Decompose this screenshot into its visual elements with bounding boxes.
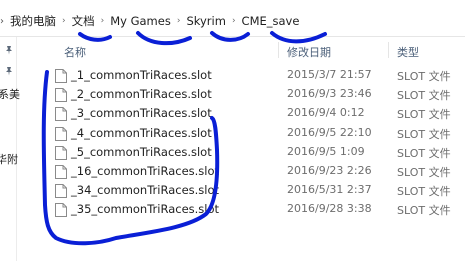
file-type: SLOT 文件 [397,146,451,160]
file-list: _1_commonTriRaces.slot 2015/3/7 21:57 SL… [16,66,465,220]
breadcrumb-item-cme-save[interactable]: CME_save [238,14,304,28]
file-name: _1_commonTriRaces.slot [71,68,212,82]
file-icon [55,69,67,83]
file-type: SLOT 文件 [397,70,451,83]
file-date: 2016/9/23 2:26 [287,163,372,177]
file-date: 2016/9/3 23:46 [287,87,372,101]
file-row[interactable]: _5_commonTriRaces.slot 2016/9/5 1:09 SLO… [16,143,465,162]
file-icon [55,145,67,160]
file-type: SLOT 文件 [397,127,451,141]
file-icon [55,184,67,199]
file-date: 2016/9/4 0:12 [287,106,365,120]
pin-icon[interactable] [4,66,14,76]
file-row[interactable]: _35_commonTriRaces.slot 2016/9/28 3:38 S… [16,200,465,219]
file-date: 2016/9/28 3:38 [287,202,372,216]
file-type: SLOT 文件 [397,204,451,218]
file-icon [55,203,67,218]
chevron-right-icon[interactable]: › [99,16,107,26]
file-icon [55,164,67,179]
file-row[interactable]: _16_commonTriRaces.slot 2016/9/23 2:26 S… [16,162,465,181]
file-icon [55,88,67,103]
file-row[interactable]: _4_commonTriRaces.slot 2016/9/5 22:10 SL… [16,124,465,143]
file-date: 2016/5/31 2:37 [287,183,372,197]
file-date: 2016/9/5 22:10 [287,125,372,139]
file-date: 2016/9/5 1:09 [287,144,365,158]
file-icon [55,107,67,122]
file-name: _4_commonTriRaces.slot [71,125,212,140]
column-header-type[interactable]: 类型 [397,44,419,60]
file-row[interactable]: _2_commonTriRaces.slot 2016/9/3 23:46 SL… [16,85,465,104]
column-header-name[interactable]: 名称 [64,44,86,60]
file-name: _3_commonTriRaces.slot [71,106,212,121]
file-name: _16_commonTriRaces.slot [71,163,220,178]
column-header: 名称 修改日期 类型 [16,40,465,60]
file-row[interactable]: _34_commonTriRaces.slot 2016/5/31 2:37 S… [16,181,465,200]
breadcrumb: › 我的电脑 › 文档 › My Games › Skyrim › CME_sa… [0,10,465,32]
column-divider[interactable] [388,42,389,58]
file-date: 2015/3/7 21:57 [287,68,372,81]
file-type: SLOT 文件 [397,108,451,122]
breadcrumb-item-my-games[interactable]: My Games [106,14,175,28]
column-divider[interactable] [278,42,279,58]
file-name: _2_commonTriRaces.slot [71,87,212,102]
file-row[interactable]: _1_commonTriRaces.slot 2015/3/7 21:57 SL… [16,66,465,85]
breadcrumb-item-skyrim[interactable]: Skyrim [182,14,229,28]
pin-icon[interactable] [4,45,14,55]
file-type: SLOT 文件 [397,185,451,199]
file-name: _34_commonTriRaces.slot [71,183,220,198]
navigation-pane: 系美 华附 [0,37,20,261]
chevron-right-icon[interactable]: › [175,16,183,26]
column-header-date[interactable]: 修改日期 [287,44,331,60]
chevron-right-icon[interactable]: › [230,16,238,26]
address-bar[interactable]: › 我的电脑 › 文档 › My Games › Skyrim › CME_sa… [0,0,465,37]
file-type: SLOT 文件 [397,165,451,179]
breadcrumb-item-my-computer[interactable]: 我的电脑 [6,13,60,29]
breadcrumb-item-documents[interactable]: 文档 [68,13,99,29]
file-row[interactable]: _3_commonTriRaces.slot 2016/9/4 0:12 SLO… [16,104,465,123]
file-icon [55,126,67,141]
file-type: SLOT 文件 [397,89,451,103]
file-name: _5_commonTriRaces.slot [71,144,212,159]
chevron-right-icon[interactable]: › [60,16,68,26]
file-name: _35_commonTriRaces.slot [71,202,220,217]
